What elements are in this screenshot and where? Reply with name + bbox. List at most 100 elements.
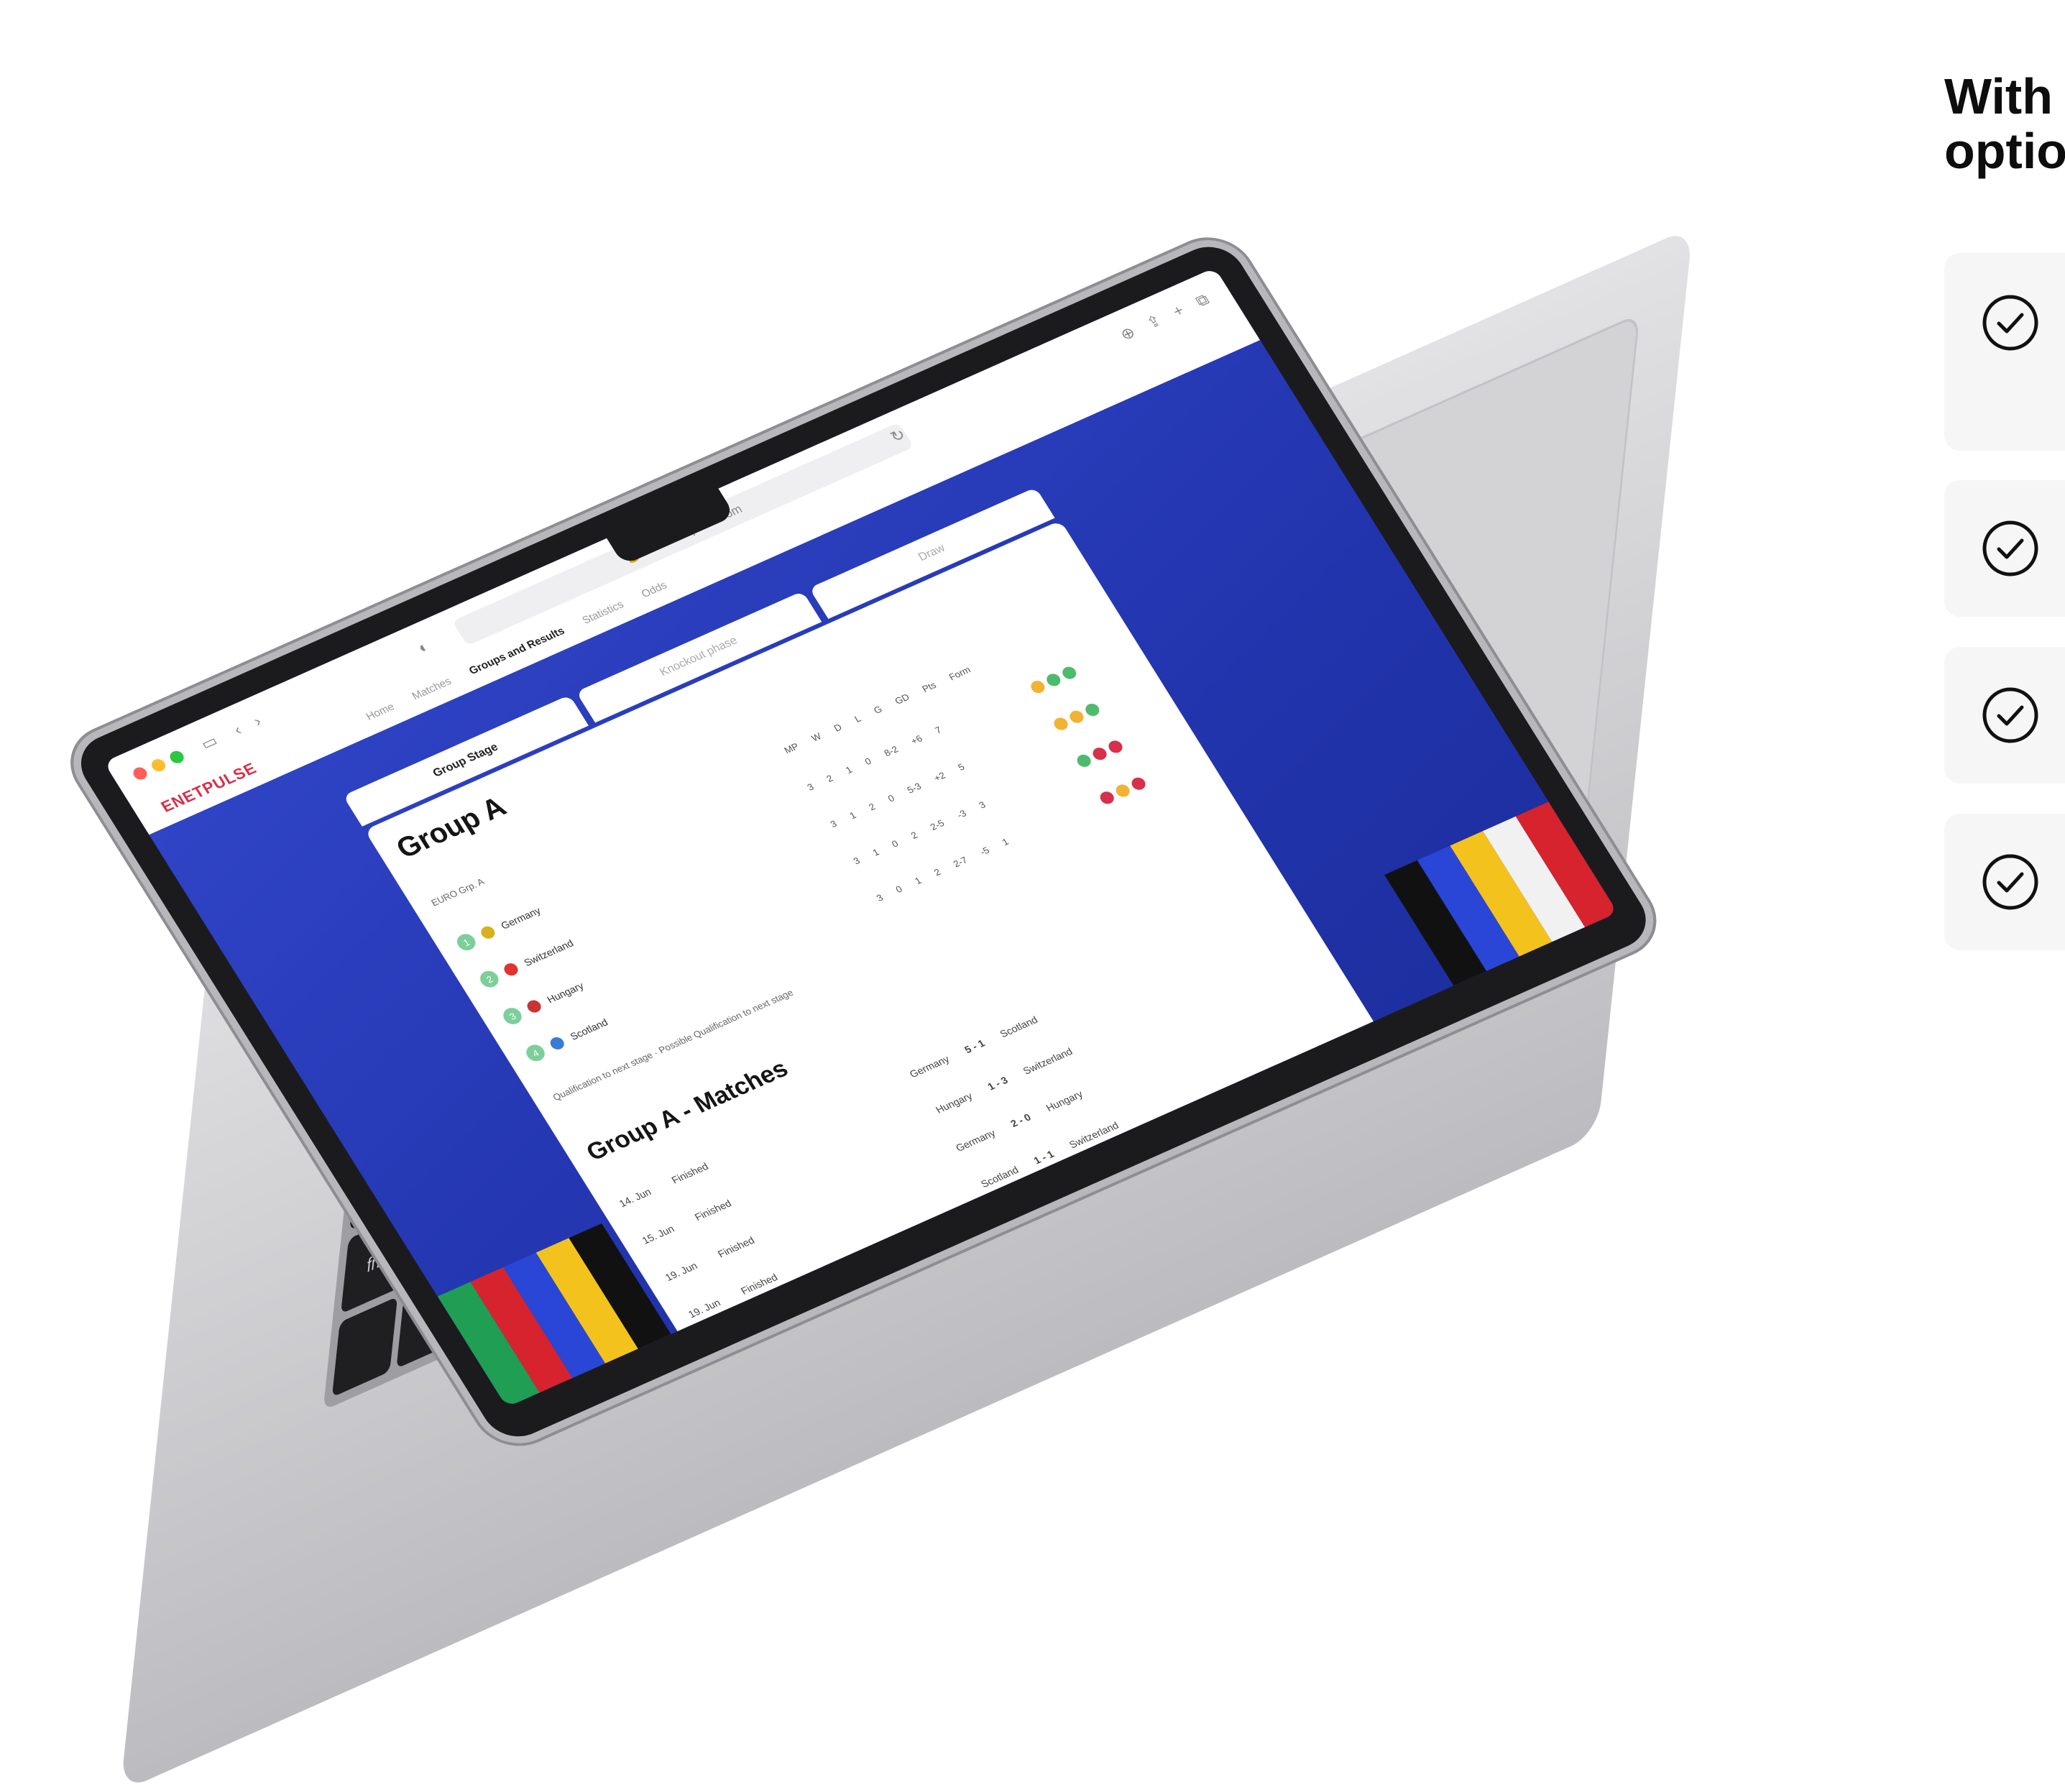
stat-cell: 2-7	[951, 854, 970, 870]
back-arrow-icon[interactable]: ‹	[230, 721, 245, 739]
team-name: Scotland	[568, 1016, 610, 1042]
header-mp: MP	[782, 740, 801, 756]
form-result-icon	[1051, 715, 1071, 732]
home-team: Germany	[907, 1053, 952, 1080]
form-result-icon	[1105, 738, 1126, 755]
share-icon[interactable]: ⇪	[1143, 311, 1165, 333]
stat-cell: -5	[978, 845, 992, 858]
stat-cell: 3	[874, 892, 886, 904]
stat-cell: 1	[1000, 836, 1011, 848]
form-indicators	[1051, 702, 1102, 732]
stat-cell: +6	[909, 732, 924, 747]
stat-cell: -3	[955, 807, 969, 821]
form-indicators	[1075, 738, 1126, 769]
match-date: 19. Jun	[663, 1259, 699, 1283]
stat-cell: 0	[889, 837, 901, 850]
forward-arrow-icon[interactable]: ›	[250, 712, 265, 730]
stat-cell: 0	[886, 792, 897, 804]
stat-cell: 3	[977, 799, 988, 811]
stat-cell: 2	[866, 801, 878, 813]
team-name: Germany	[498, 904, 543, 932]
nav-statistics[interactable]: Statistics	[580, 598, 626, 626]
team-name: Hungary	[545, 980, 586, 1006]
form-result-icon	[1098, 789, 1117, 807]
nav-home[interactable]: Home	[364, 700, 397, 722]
team-flag-icon	[478, 924, 497, 941]
stat-cell: 8-2	[882, 743, 901, 759]
away-team: Switzerland	[1021, 1045, 1075, 1077]
stat-cell: 2-5	[928, 817, 947, 832]
team-flag-icon	[548, 1035, 567, 1052]
feature-card-4	[1944, 814, 2065, 950]
form-result-icon	[1028, 679, 1047, 695]
match-score: 5 - 1	[962, 1037, 987, 1056]
team-flag-icon	[525, 998, 544, 1015]
header-l: L	[852, 712, 863, 725]
header-pts: Pts	[920, 679, 939, 694]
form-indicators	[1098, 775, 1149, 807]
away-team: Hungary	[1044, 1088, 1085, 1114]
tabs-overview-icon[interactable]: ⧉	[1192, 290, 1213, 311]
header-g: G	[871, 703, 885, 716]
away-team: Scotland	[998, 1014, 1040, 1040]
stat-cell: 3	[851, 855, 863, 867]
form-result-icon	[1129, 775, 1149, 792]
check-circle-icon	[1982, 687, 2038, 743]
match-score: 2 - 0	[1008, 1111, 1034, 1129]
stat-cell: 1	[870, 846, 881, 858]
team-flag-icon	[501, 961, 521, 978]
stat-cell: 0	[893, 883, 904, 895]
home-team: Hungary	[933, 1090, 975, 1116]
minimize-window-icon[interactable]	[149, 757, 168, 774]
stat-cell: 3	[805, 781, 816, 793]
stat-cell: 1	[847, 809, 858, 822]
nav-odds[interactable]: Odds	[639, 579, 669, 600]
check-circle-icon	[1982, 520, 2038, 576]
position-badge: 4	[523, 1042, 548, 1065]
match-date: 14. Jun	[617, 1185, 653, 1210]
laptop-mockup: esc1234567890-=deletetabQWERTYUIOP[]\cap…	[0, 0, 1840, 1792]
header-form: Form	[947, 664, 973, 683]
team-name: Switzerland	[521, 937, 576, 969]
header-gd: GD	[893, 691, 911, 707]
download-icon[interactable]: ⊕	[1117, 323, 1139, 344]
stat-cell: 2	[824, 773, 835, 784]
maximize-window-icon[interactable]	[167, 748, 187, 766]
stat-cell: 2	[932, 866, 943, 878]
stat-cell: 0	[863, 755, 874, 768]
home-team: Germany	[953, 1126, 998, 1154]
sidebar-toggle-icon[interactable]: ▭	[198, 732, 221, 754]
feature-card-3	[1944, 647, 2065, 784]
form-result-icon	[1075, 753, 1094, 769]
standings-header: MP W D L G GD Pts Form	[782, 664, 972, 755]
close-window-icon[interactable]	[130, 765, 150, 782]
position-badge: 1	[454, 931, 479, 953]
check-circle-icon	[1982, 854, 2038, 910]
stat-cell: 3	[828, 818, 839, 830]
form-result-icon	[1044, 671, 1063, 689]
stat-cell: 5-3	[905, 781, 924, 796]
group-subtitle: EURO Grp. A	[429, 876, 487, 909]
headline-line-1: With	[1944, 68, 2053, 124]
nav-matches[interactable]: Matches	[410, 675, 454, 702]
form-result-icon	[1082, 702, 1102, 718]
stat-cell: +2	[932, 770, 948, 784]
position-badge: 3	[500, 1005, 525, 1027]
header-w: W	[809, 730, 824, 744]
feature-card-2	[1944, 480, 2065, 617]
position-badge: 2	[477, 968, 502, 991]
match-date: 15. Jun	[640, 1223, 676, 1246]
stat-cell: 1	[912, 875, 924, 887]
form-indicators	[1028, 664, 1079, 695]
stat-cell: 1	[843, 764, 855, 776]
new-tab-icon[interactable]: +	[1169, 301, 1188, 321]
shield-icon[interactable]: ◐	[414, 638, 433, 658]
header-d: D	[832, 721, 844, 734]
form-result-icon	[1113, 782, 1133, 799]
feature-headline: With optio	[1944, 69, 2065, 178]
form-result-icon	[1067, 708, 1086, 725]
feature-card-1	[1944, 253, 2065, 451]
stat-cell: 7	[932, 724, 944, 736]
stat-cell: 2	[909, 830, 920, 841]
check-circle-icon	[1982, 295, 2038, 351]
